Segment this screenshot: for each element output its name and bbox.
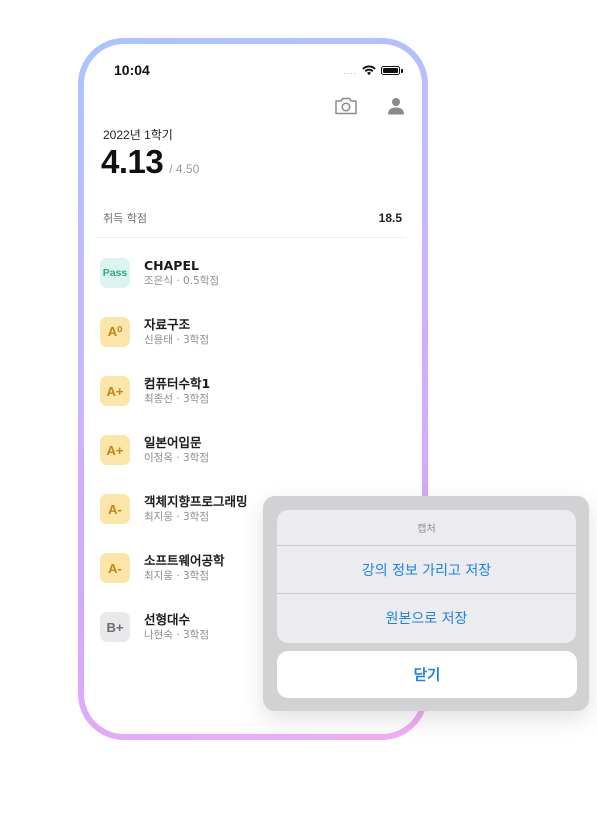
grade-badge: A+ bbox=[100, 376, 130, 406]
course-item[interactable]: B+ 선형대수 나현숙 · 3학점 bbox=[100, 612, 209, 642]
course-item[interactable]: A+ 일본어입문 이정옥 · 3학점 bbox=[100, 435, 209, 465]
battery-icon bbox=[381, 66, 403, 75]
credits-value: 18.5 bbox=[378, 211, 402, 225]
course-info: 자료구조 신용태 · 3학점 bbox=[144, 317, 209, 347]
semester-label: 2022년 1학기 bbox=[103, 128, 173, 142]
course-detail: 최지웅 · 3학점 bbox=[144, 570, 209, 582]
course-info: 일본어입문 이정옥 · 3학점 bbox=[144, 435, 209, 465]
course-item[interactable]: Pass CHAPEL 조은식 · 0.5학점 bbox=[100, 258, 219, 288]
course-name: 컴퓨터수학1 bbox=[144, 376, 211, 391]
gpa-value: 4.13 bbox=[101, 143, 164, 180]
course-name: 소프트웨어공학 bbox=[144, 553, 225, 568]
signal-dots: .... bbox=[342, 65, 357, 76]
course-detail: 최종선 · 3학점 bbox=[144, 393, 209, 405]
grade-badge: A⁰ bbox=[100, 317, 130, 347]
course-name: CHAPEL bbox=[144, 258, 199, 273]
course-name: 선형대수 bbox=[144, 612, 191, 627]
course-info: 컴퓨터수학1 최종선 · 3학점 bbox=[144, 376, 210, 406]
save-original-button[interactable]: 원본으로 저장 bbox=[277, 594, 576, 642]
course-info: 선형대수 나현숙 · 3학점 bbox=[144, 612, 209, 642]
action-sheet-group: 캡처 강의 정보 가리고 저장 원본으로 저장 bbox=[277, 510, 576, 643]
course-detail: 신용태 · 3학점 bbox=[144, 334, 209, 346]
course-info: 객체지향프로그래밍 최지웅 · 3학점 bbox=[144, 494, 248, 524]
profile-icon[interactable] bbox=[384, 94, 408, 118]
course-detail: 나현숙 · 3학점 bbox=[144, 629, 209, 641]
action-sheet: 캡처 강의 정보 가리고 저장 원본으로 저장 닫기 bbox=[263, 496, 589, 711]
course-name: 일본어입문 bbox=[144, 435, 202, 450]
credits-row: 취득 학점 18.5 bbox=[103, 210, 402, 226]
camera-icon[interactable] bbox=[334, 94, 358, 118]
course-info: CHAPEL 조은식 · 0.5학점 bbox=[144, 258, 219, 288]
header-actions bbox=[334, 94, 408, 118]
course-name: 객체지향프로그래밍 bbox=[144, 494, 248, 509]
course-info: 소프트웨어공학 최지웅 · 3학점 bbox=[144, 553, 225, 583]
grade-badge: A+ bbox=[100, 435, 130, 465]
course-item[interactable]: A+ 컴퓨터수학1 최종선 · 3학점 bbox=[100, 376, 210, 406]
credits-label: 취득 학점 bbox=[103, 212, 147, 225]
divider bbox=[96, 237, 406, 238]
course-name: 자료구조 bbox=[144, 317, 191, 332]
status-indicators: .... bbox=[342, 61, 403, 80]
course-detail: 이정옥 · 3학점 bbox=[144, 452, 209, 464]
close-button[interactable]: 닫기 bbox=[277, 651, 577, 698]
wifi-icon bbox=[362, 61, 376, 80]
grade-badge: A- bbox=[100, 494, 130, 524]
grade-badge: A- bbox=[100, 553, 130, 583]
grade-badge: Pass bbox=[100, 258, 130, 288]
course-item[interactable]: A- 객체지향프로그래밍 최지웅 · 3학점 bbox=[100, 494, 248, 524]
course-item[interactable]: A- 소프트웨어공학 최지웅 · 3학점 bbox=[100, 553, 225, 583]
save-hidden-info-button[interactable]: 강의 정보 가리고 저장 bbox=[277, 546, 576, 594]
course-item[interactable]: A⁰ 자료구조 신용태 · 3학점 bbox=[100, 317, 209, 347]
action-sheet-title: 캡처 bbox=[277, 510, 576, 546]
course-detail: 조은식 · 0.5학점 bbox=[144, 275, 220, 287]
grade-badge: B+ bbox=[100, 612, 130, 642]
status-time: 10:04 bbox=[114, 62, 150, 78]
gpa-summary: 4.13 / 4.50 bbox=[101, 143, 199, 181]
course-detail: 최지웅 · 3학점 bbox=[144, 511, 209, 523]
gpa-max: / 4.50 bbox=[169, 162, 200, 176]
